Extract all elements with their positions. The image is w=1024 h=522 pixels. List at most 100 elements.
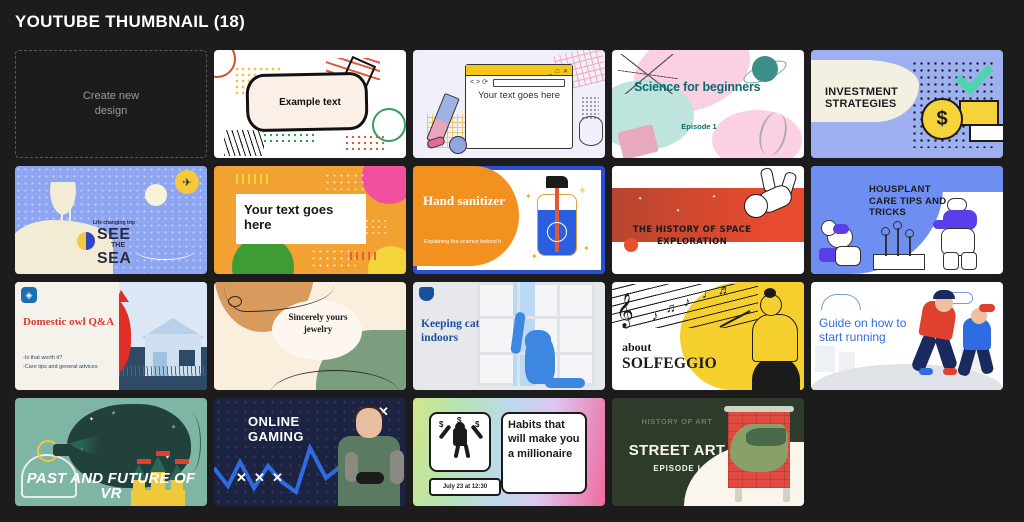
plant-stem bbox=[909, 236, 911, 256]
thumbnail-card-example-text[interactable]: Example text bbox=[214, 50, 406, 158]
decor-pink-circle bbox=[362, 166, 406, 204]
thumbnail-card-investment-strategies[interactable]: $ INVESTMENT STRATEGIES bbox=[811, 50, 1003, 158]
browser-window-mockup: _ □ ✕ < > ⟳ bbox=[465, 64, 573, 149]
person-left-illustration bbox=[819, 216, 865, 270]
conductor-body bbox=[752, 314, 798, 362]
music-note-icon: ♪ bbox=[652, 308, 659, 323]
spray-can-icon bbox=[783, 488, 790, 502]
house-window bbox=[179, 350, 195, 366]
planter-box bbox=[873, 254, 925, 270]
thumbnail-text: Example text bbox=[279, 97, 341, 108]
thumbnail-card-sincerely-yours-jewelry[interactable]: Sincerely yours jewelry bbox=[214, 282, 406, 390]
browser-url-bar bbox=[493, 79, 565, 87]
decor-loop bbox=[228, 296, 242, 307]
decor-yellow-circle bbox=[368, 246, 406, 274]
vr-goggles-icon bbox=[53, 444, 73, 456]
window-mullion bbox=[557, 282, 560, 386]
thumbnail-title: STREET ART bbox=[628, 442, 726, 459]
spray-can-icon bbox=[735, 488, 742, 502]
castle-flag bbox=[156, 451, 170, 456]
decor-spring bbox=[579, 116, 603, 146]
bullet-2: -Care tips and general advices bbox=[23, 363, 98, 370]
thumbnail-card-street-art[interactable]: HISTORY OF ART STREET ART EPISODE I bbox=[612, 398, 804, 506]
beach-ball-icon bbox=[77, 232, 95, 250]
browser-titlebar: _ □ ✕ bbox=[466, 65, 572, 76]
thumbnail-line-2: THE bbox=[111, 242, 125, 249]
star-icon: ✦ bbox=[676, 208, 681, 214]
thumbnail-card-history-of-space-exploration[interactable]: ✦ ✦ ✦ THE HISTORY OF SPACE EXPLORATION bbox=[612, 166, 804, 274]
runner-shoe bbox=[943, 368, 957, 375]
thumbnail-card-guide-how-to-start-running[interactable]: Guide on how to start running bbox=[811, 282, 1003, 390]
star-icon: ✦ bbox=[712, 194, 717, 200]
decor-red-arc bbox=[214, 50, 236, 78]
gamer-arm bbox=[390, 450, 404, 484]
decor-hatch bbox=[224, 130, 264, 156]
thumbnail-title: Keeping cat indoors bbox=[421, 318, 480, 344]
fig-arm bbox=[933, 220, 949, 229]
poster-rod bbox=[724, 406, 794, 412]
thumbnail-card-browser-your-text[interactable]: _ □ ✕ < > ⟳ Your text goes here bbox=[413, 50, 605, 158]
fig-sleeve bbox=[833, 224, 849, 234]
astronaut-helmet bbox=[744, 194, 768, 218]
thumbnail-card-hand-sanitizer[interactable]: ✦ ✳ ✦ ✦ Hand sanitizer Explaining the sc… bbox=[413, 166, 605, 274]
decor-dots-top bbox=[324, 172, 364, 190]
decor-squiggle-top bbox=[232, 174, 268, 184]
dollar-icon: $ bbox=[439, 420, 444, 429]
thumbnail-kicker: HISTORY OF ART bbox=[641, 417, 713, 426]
sun-icon bbox=[145, 184, 167, 206]
sparkle-icon: ✦ bbox=[525, 192, 532, 201]
thumbnail-card-past-and-future-of-vr[interactable]: ✦ ✧ ✦ ✧ ✦ PAST AND FUTURE OF VR bbox=[15, 398, 207, 506]
create-new-design-label: Create new design bbox=[82, 90, 140, 117]
thumbnail-line-1: about bbox=[622, 340, 652, 354]
bullet-1: -Is that worth it? bbox=[23, 355, 63, 361]
thumbnail-card-habits-millionaire[interactable]: $ $ $ Habits that will make you a millio… bbox=[413, 398, 605, 506]
thumbnail-title: HOUSPLANT CARE TIPS AND TRICKS bbox=[869, 184, 947, 219]
cloud-icon bbox=[821, 294, 861, 310]
thumbnail-card-see-the-sea[interactable]: ✈ Life changing trip SEE THE SEA bbox=[15, 166, 207, 274]
music-note-icon: ♫ bbox=[666, 300, 676, 315]
sparkle-icon: ✦ bbox=[531, 252, 538, 261]
music-note-icon: ♬ bbox=[718, 282, 731, 297]
thumbnail-card-keeping-cat-indoors[interactable]: Keeping cat indoors bbox=[413, 282, 605, 390]
thumbnail-title: Hand sanitizer bbox=[423, 193, 505, 208]
gamepad-icon bbox=[356, 472, 384, 484]
decor-ball bbox=[449, 136, 467, 154]
thumbnail-card-about-solfeggio[interactable]: 𝄞 ♪ ♫ ♪ ♩ ♬ about SOLFEGGIO bbox=[612, 282, 804, 390]
star-icon: ✦ bbox=[89, 417, 95, 423]
cat-head bbox=[525, 330, 551, 352]
thumbnail-card-domestic-owl-qa[interactable]: ◈ Domestic owl Q&A -Is that worth it? -C… bbox=[15, 282, 207, 390]
music-note-icon: ♩ bbox=[702, 286, 715, 301]
decor-pink-blob-2 bbox=[712, 110, 802, 158]
thumbnail-card-orange-your-text[interactable]: Your text goes here bbox=[214, 166, 406, 274]
thumbnail-card-housplant-care-tips[interactable]: HOUSPLANT CARE TIPS AND TRICKS bbox=[811, 166, 1003, 274]
date-panel: July 23 at 12:30 bbox=[429, 478, 501, 496]
thumbnail-bullets: -Is that worth it? -Care tips and genera… bbox=[23, 354, 119, 372]
gamer-head bbox=[356, 408, 382, 438]
gamer-photo bbox=[332, 404, 406, 506]
runner-2-hair bbox=[979, 304, 995, 312]
decor-trunk-2 bbox=[69, 200, 71, 232]
thumbnail-line-2: GAMING bbox=[248, 429, 304, 445]
runner-shoe bbox=[919, 368, 933, 375]
decor-green-arc bbox=[372, 108, 406, 142]
thumbnail-card-science-for-beginners[interactable]: Science for beginners Episode 1 bbox=[612, 50, 804, 158]
palm-tree-icon bbox=[43, 182, 83, 228]
dollar-icon: $ bbox=[457, 416, 462, 425]
thumbnail-subtitle: Episode 1 bbox=[681, 122, 717, 131]
x-mark-icon: ✕ bbox=[236, 470, 247, 485]
thumbnail-title: Sincerely yours jewelry bbox=[288, 312, 348, 334]
sparkle-icon: ✳ bbox=[579, 186, 586, 195]
page-title: YOUTUBE THUMBNAIL (18) bbox=[15, 12, 246, 31]
decor-bill-stack bbox=[969, 124, 1003, 142]
fig-boot bbox=[961, 252, 977, 270]
decor-coin-stack bbox=[959, 100, 999, 126]
sparkle-icon: ✦ bbox=[583, 244, 590, 253]
create-new-design-card[interactable]: Create new design bbox=[15, 50, 207, 158]
thumbnail-title: Science for beginners bbox=[634, 80, 761, 94]
thumbnail-card-online-gaming[interactable]: ✕ ✕ ✕ ✕ ✕ ONLINE GAMING bbox=[214, 398, 406, 506]
star-icon: ✧ bbox=[111, 411, 117, 417]
thumbnail-subtitle: Explaining the science behind it bbox=[424, 239, 502, 245]
cat-badge-icon bbox=[419, 287, 434, 301]
thumbnail-line-1: ONLINE bbox=[248, 414, 300, 429]
thumbnail-text: ONLINE GAMING bbox=[248, 414, 334, 444]
